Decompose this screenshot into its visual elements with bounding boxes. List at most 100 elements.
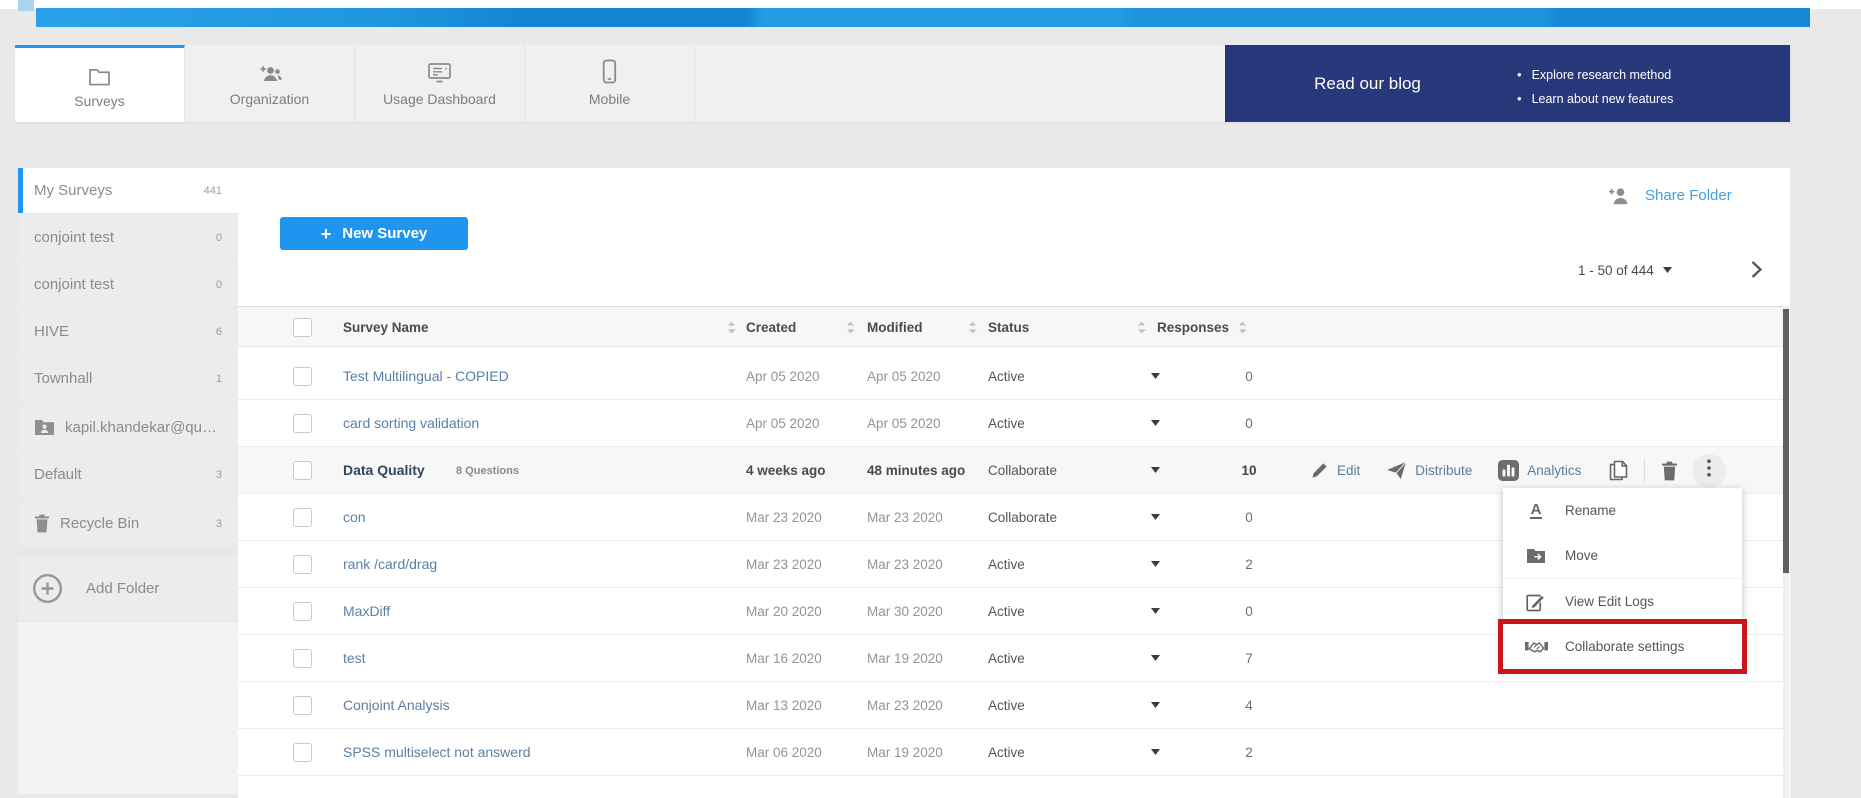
blog-banner[interactable]: Read our blog Explore research method Le…: [1225, 45, 1790, 122]
column-header-modified[interactable]: Modified: [867, 307, 923, 348]
menu-item-rename[interactable]: A Rename: [1503, 488, 1742, 533]
table-row: SPSS multiselect not answerd Mar 06 2020…: [238, 729, 1784, 776]
modified-cell: Apr 05 2020: [867, 400, 941, 447]
column-header-status[interactable]: Status: [988, 307, 1029, 348]
status-dropdown-caret[interactable]: [1151, 420, 1160, 426]
survey-name-link[interactable]: card sorting validation: [343, 400, 479, 447]
modified-cell: 48 minutes ago: [867, 447, 965, 494]
row-checkbox[interactable]: [293, 696, 312, 715]
sidebar-item-townhall[interactable]: Townhall 1: [18, 356, 238, 401]
banner-bullet: Explore research method: [1517, 63, 1673, 87]
folder-count: 3: [216, 469, 222, 481]
menu-item-move[interactable]: Move: [1503, 533, 1742, 578]
folder-count: 1: [216, 373, 222, 385]
status-dropdown-caret[interactable]: [1151, 655, 1160, 661]
sort-icon[interactable]: [727, 321, 736, 334]
status-dropdown-caret[interactable]: [1151, 467, 1160, 473]
column-header-created[interactable]: Created: [746, 307, 796, 348]
row-checkbox[interactable]: [293, 414, 312, 433]
distribute-button[interactable]: Distribute: [1415, 463, 1472, 478]
pagination-label: 1 - 50 of 444: [1578, 263, 1654, 278]
survey-name-link[interactable]: Conjoint Analysis: [343, 682, 450, 729]
sidebar-item-default[interactable]: Default 3: [18, 452, 238, 497]
survey-name-link[interactable]: test: [343, 635, 366, 682]
status-dropdown-caret[interactable]: [1151, 608, 1160, 614]
status-dropdown-caret[interactable]: [1151, 373, 1160, 379]
person-add-icon: [1606, 186, 1631, 205]
status-dropdown-caret[interactable]: [1151, 749, 1160, 755]
table-row: card sorting validation Apr 05 2020 Apr …: [238, 400, 1784, 447]
row-context-menu: A Rename Move View Edit Logs Collaborate…: [1503, 488, 1742, 669]
collaborate-icon: [1524, 639, 1548, 655]
tab-surveys[interactable]: Surveys: [15, 45, 185, 122]
more-options-button[interactable]: [1692, 454, 1726, 488]
edit-icon[interactable]: [1310, 461, 1329, 480]
sort-icon[interactable]: [1137, 321, 1146, 334]
sort-icon[interactable]: [846, 321, 855, 334]
status-dropdown-caret[interactable]: [1151, 514, 1160, 520]
top-brand-bar: [36, 8, 1810, 27]
row-checkbox[interactable]: [293, 555, 312, 574]
survey-name-link[interactable]: rank /card/drag: [343, 541, 437, 588]
distribute-icon[interactable]: [1386, 461, 1407, 480]
sort-icon[interactable]: [968, 321, 977, 334]
created-cell: Mar 06 2020: [746, 729, 822, 776]
sidebar-item-my-surveys[interactable]: My Surveys 441: [18, 168, 238, 213]
add-folder-button[interactable]: Add Folder: [18, 557, 238, 620]
tab-organization[interactable]: Organization: [185, 45, 355, 122]
responses-count: 10: [1223, 447, 1275, 494]
sidebar-item-recycle-bin[interactable]: Recycle Bin 3: [18, 501, 238, 546]
delete-survey-icon[interactable]: [1661, 461, 1678, 481]
status-value: Active: [988, 541, 1025, 588]
status-value: Collaborate: [988, 447, 1057, 494]
row-actions: Edit Distribute Analytics: [1298, 447, 1726, 494]
column-header-responses[interactable]: Responses: [1157, 307, 1229, 348]
sidebar-item-conjoint-test-1[interactable]: conjoint test 0: [18, 215, 238, 260]
status-value: Collaborate: [988, 494, 1057, 541]
banner-title[interactable]: Read our blog: [1225, 45, 1510, 122]
copy-survey-icon[interactable]: [1609, 460, 1628, 481]
analytics-button[interactable]: Analytics: [1527, 463, 1581, 478]
menu-item-view-edit-logs[interactable]: View Edit Logs: [1503, 578, 1742, 624]
row-checkbox[interactable]: [293, 602, 312, 621]
survey-name-link[interactable]: Test Multilingual - COPIED: [343, 353, 509, 400]
tab-usage-dashboard[interactable]: Usage Dashboard: [355, 45, 525, 122]
pagination-dropdown[interactable]: 1 - 50 of 444: [1578, 260, 1672, 280]
new-survey-button[interactable]: + New Survey: [280, 217, 468, 250]
row-checkbox[interactable]: [293, 367, 312, 386]
folder-count: 6: [216, 326, 222, 338]
next-page-button[interactable]: [1750, 260, 1763, 279]
dots-vertical-icon: [1707, 459, 1711, 482]
share-folder-button[interactable]: Share Folder: [1606, 180, 1732, 210]
table-scrollbar: [1783, 306, 1789, 798]
modified-cell: Mar 23 2020: [867, 682, 943, 729]
responses-count: 4: [1223, 682, 1275, 729]
sidebar-item-hive[interactable]: HIVE 6: [18, 309, 238, 354]
menu-item-collaborate-settings[interactable]: Collaborate settings: [1503, 624, 1742, 669]
tab-mobile[interactable]: Mobile: [525, 45, 695, 122]
status-value: Active: [988, 400, 1025, 447]
created-cell: Mar 23 2020: [746, 494, 822, 541]
column-header-survey-name[interactable]: Survey Name: [343, 307, 429, 348]
sidebar-item-shared-folder[interactable]: kapil.khandekar@que…: [18, 405, 238, 450]
row-checkbox[interactable]: [293, 461, 312, 480]
edit-button[interactable]: Edit: [1337, 463, 1360, 478]
survey-name-link[interactable]: Data Quality: [343, 447, 425, 494]
created-cell: Mar 23 2020: [746, 541, 822, 588]
sort-icon[interactable]: [1238, 321, 1247, 334]
folder-count: 441: [204, 185, 222, 197]
row-checkbox[interactable]: [293, 508, 312, 527]
survey-name-link[interactable]: con: [343, 494, 366, 541]
select-all-checkbox[interactable]: [293, 318, 312, 337]
rename-icon: A: [1524, 502, 1548, 519]
status-dropdown-caret[interactable]: [1151, 561, 1160, 567]
trash-icon: [34, 514, 50, 533]
status-dropdown-caret[interactable]: [1151, 702, 1160, 708]
sidebar-item-conjoint-test-2[interactable]: conjoint test 0: [18, 262, 238, 307]
row-checkbox[interactable]: [293, 649, 312, 668]
survey-name-link[interactable]: SPSS multiselect not answerd: [343, 729, 531, 776]
scrollbar-thumb[interactable]: [1783, 309, 1789, 573]
row-checkbox[interactable]: [293, 743, 312, 762]
survey-name-link[interactable]: MaxDiff: [343, 588, 390, 635]
analytics-icon[interactable]: [1498, 460, 1519, 481]
